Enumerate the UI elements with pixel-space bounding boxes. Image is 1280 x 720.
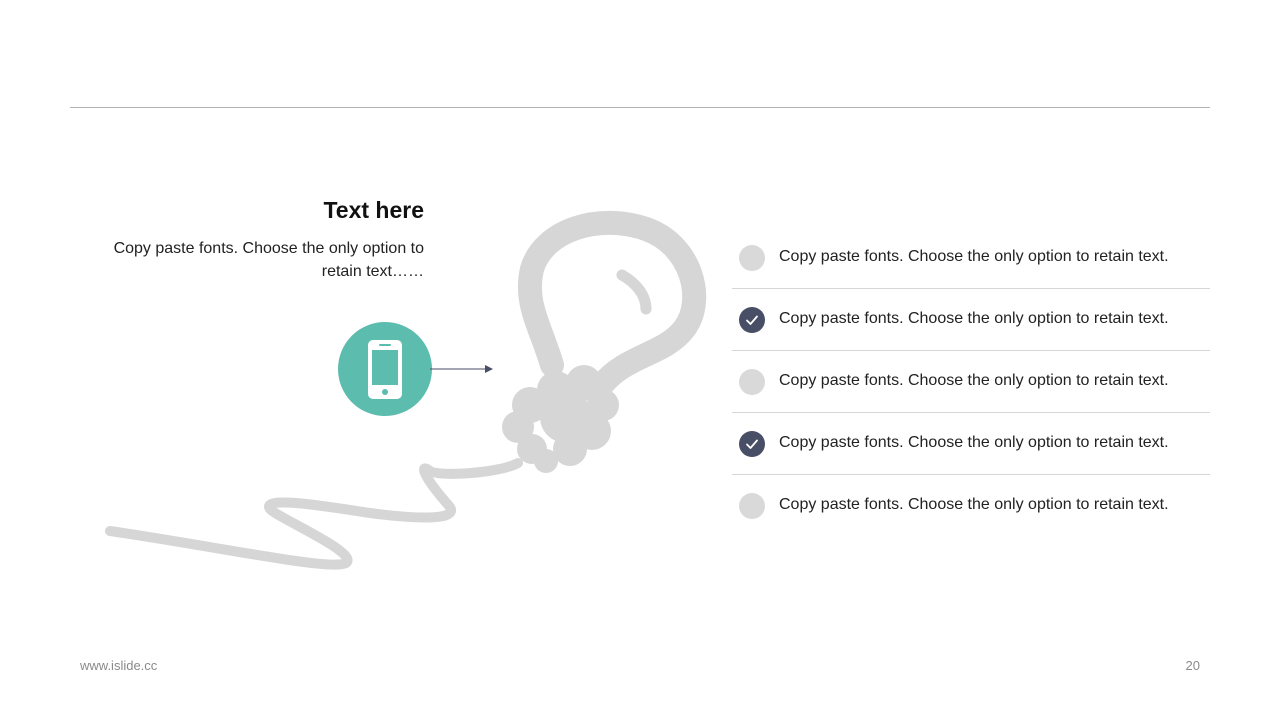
list-item: Copy paste fonts. Choose the only option… [732,351,1210,413]
check-dot [739,245,765,271]
check-dot [739,493,765,519]
description: Copy paste fonts. Choose the only option… [113,240,424,280]
list-item-text: Copy paste fonts. Choose the only option… [779,434,1169,451]
list-item-text: Copy paste fonts. Choose the only option… [779,310,1169,327]
top-divider [70,107,1210,108]
list-item: Copy paste fonts. Choose the only option… [732,475,1210,536]
check-icon [739,431,765,457]
footer-website[interactable]: www.islide.cc [80,658,157,673]
list-item-text: Copy paste fonts. Choose the only option… [779,372,1169,389]
list-item-text: Copy paste fonts. Choose the only option… [779,248,1169,265]
check-dot [739,369,765,395]
slide: Text here Copy paste fonts. Choose the o… [0,0,1280,720]
phone-badge [338,322,432,416]
arrow-right-icon [430,365,493,373]
list-item: Copy paste fonts. Choose the only option… [732,413,1210,475]
check-icon [739,307,765,333]
page-number: 20 [1185,658,1200,673]
list-item: Copy paste fonts. Choose the only option… [732,227,1210,289]
list-item-text: Copy paste fonts. Choose the only option… [779,496,1169,513]
list-item: Copy paste fonts. Choose the only option… [732,289,1210,351]
smartphone-icon [368,340,402,399]
checklist: Copy paste fonts. Choose the only option… [732,227,1210,536]
title: Text here [323,197,424,223]
